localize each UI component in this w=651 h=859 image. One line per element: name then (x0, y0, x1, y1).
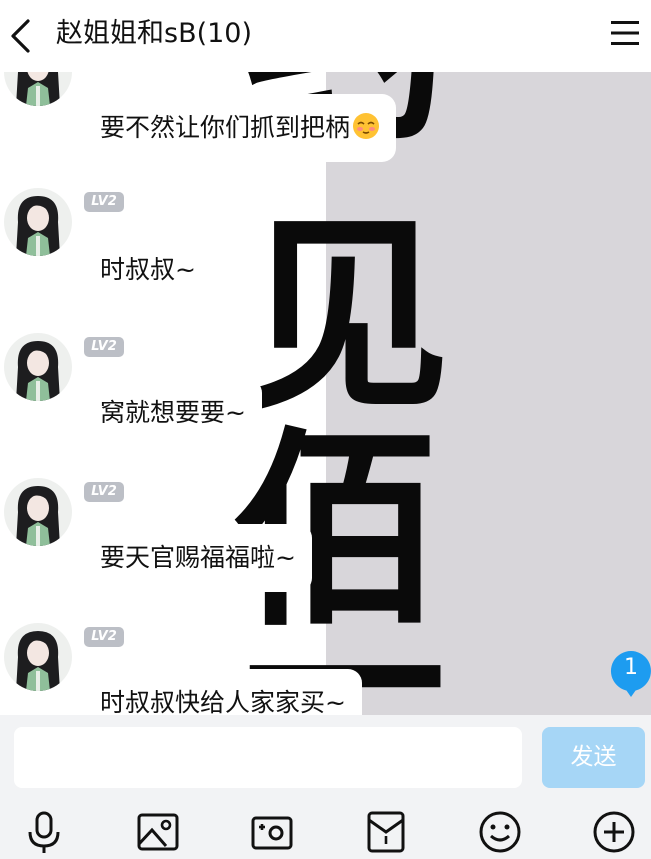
emoji-button[interactable] (478, 810, 522, 854)
red-packet-icon (367, 811, 405, 853)
level-badge: LV2 (84, 192, 124, 212)
message-text: 要不然让你们抓到把柄 (100, 113, 351, 142)
back-button[interactable] (0, 0, 44, 72)
avatar[interactable] (4, 623, 72, 691)
emoji-icon (479, 811, 521, 853)
avatar[interactable] (4, 188, 72, 256)
message-text: 时叔叔快给人家家买~ (100, 688, 346, 715)
message-bubble[interactable]: 时叔叔快给人家家买~ (84, 669, 362, 715)
message-bubble[interactable]: 窝就想要要~ (84, 379, 262, 447)
message-bubble[interactable]: 要不然让你们抓到把柄 (84, 94, 397, 162)
avatar[interactable] (4, 478, 72, 546)
level-badge: LV2 (84, 337, 124, 357)
chat-header: 赵姐姐和sB(10) (0, 0, 651, 72)
avatar[interactable] (4, 333, 72, 401)
microphone-button[interactable] (22, 810, 66, 854)
message-text: 要天官赐福福啦~ (100, 543, 296, 572)
more-button[interactable] (592, 810, 636, 854)
menu-button[interactable] (607, 14, 643, 54)
unread-message-badge[interactable]: 1 (610, 649, 651, 699)
message-bubble[interactable]: 时叔叔~ (84, 236, 212, 304)
hamburger-menu-icon (611, 21, 639, 45)
chevron-left-icon (11, 19, 30, 53)
level-badge: LV2 (84, 482, 124, 502)
image-icon (137, 813, 179, 851)
message-input[interactable] (14, 727, 522, 788)
camera-icon (251, 816, 293, 850)
blush-face-emoji (353, 113, 380, 139)
plus-icon (593, 811, 635, 853)
microphone-icon (28, 811, 60, 853)
chat-title: 赵姐姐和sB(10) (56, 18, 253, 49)
input-bar: 发送 (0, 715, 651, 859)
avatar[interactable] (4, 72, 72, 106)
message-text: 时叔叔~ (100, 255, 196, 284)
level-badge: LV2 (84, 627, 124, 647)
unread-count: 1 (624, 655, 638, 680)
red-packet-button[interactable] (364, 810, 408, 854)
chat-background-panel (326, 72, 651, 715)
send-button[interactable]: 发送 (542, 727, 645, 788)
chat-message-list[interactable]: 约 见 佰 万 要不然让你们抓到把柄 (0, 72, 651, 715)
camera-button[interactable] (250, 810, 294, 854)
message-bubble[interactable]: 要天官赐福福啦~ (84, 524, 312, 592)
message-text: 窝就想要要~ (100, 398, 246, 427)
image-button[interactable] (136, 810, 180, 854)
